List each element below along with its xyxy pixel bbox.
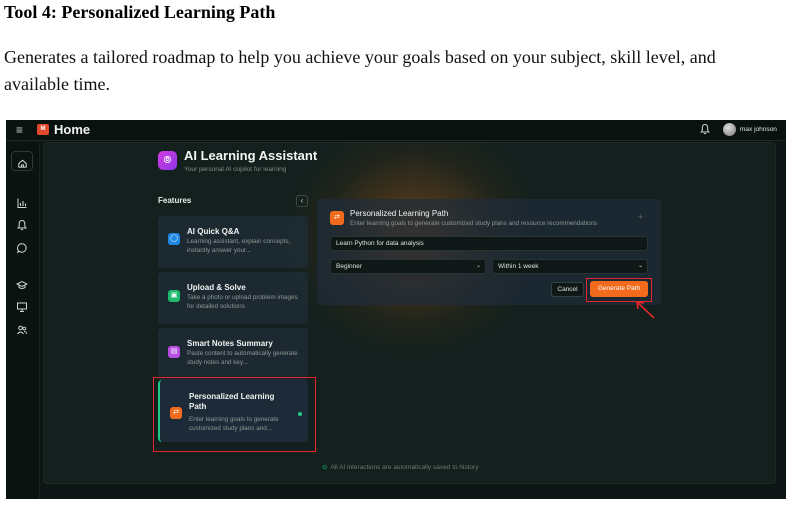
highlight-box-generate: [586, 278, 652, 302]
chat-icon[interactable]: [16, 242, 28, 254]
top-bar: ≡ M Home max johnson: [6, 120, 786, 141]
chevron-down-icon: ⌄: [637, 263, 643, 269]
assistant-logo-icon: ⦾: [158, 151, 177, 170]
assistant-title: AI Learning Assistant: [184, 148, 318, 163]
footer-note-text: All AI interactions are automatically sa…: [330, 464, 479, 471]
plus-icon[interactable]: +: [638, 212, 643, 222]
time-select[interactable]: Within 1 week ⌄: [492, 259, 648, 274]
assistant-subtitle: Your personal AI copilot for learning: [184, 166, 287, 173]
pointer-arrow-icon: [636, 301, 655, 319]
panel-subtitle: Enter learning goals to generate customi…: [350, 220, 598, 227]
doc-title: Tool 4: Personalized Learning Path: [4, 2, 276, 22]
footer-note: ⊙ All AI interactions are automatically s…: [322, 463, 479, 472]
feature-desc: Learning assistant, explain concepts, in…: [187, 238, 291, 254]
cancel-button[interactable]: Cancel: [551, 282, 584, 297]
time-value: Within 1 week: [498, 263, 539, 270]
graduation-cap-icon[interactable]: [16, 279, 28, 291]
monitor-icon[interactable]: [16, 301, 28, 313]
chart-icon[interactable]: [16, 197, 28, 209]
bell-icon[interactable]: [16, 219, 28, 231]
feature-card-ai-quick-qa[interactable]: ◯ AI Quick Q&A Learning assistant, expla…: [158, 216, 308, 268]
notes-icon: ▤: [168, 346, 180, 358]
skill-level-value: Beginner: [336, 263, 363, 270]
feature-desc: Paste content to automatically generate …: [187, 350, 298, 366]
collapse-features-button[interactable]: ‹: [296, 195, 308, 207]
highlight-box-feature: [153, 377, 316, 452]
feature-card-smart-notes[interactable]: ▤ Smart Notes Summary Paste content to a…: [158, 328, 308, 380]
path-icon: ⇄: [330, 211, 344, 225]
chat-bubble-icon: ◯: [168, 233, 180, 245]
chevron-down-icon: ⌄: [475, 263, 481, 269]
features-heading: Features: [158, 196, 192, 205]
bell-icon[interactable]: [700, 123, 710, 135]
skill-level-select[interactable]: Beginner ⌄: [330, 259, 486, 274]
user-name[interactable]: max johnson: [740, 125, 777, 135]
learning-goal-input[interactable]: [330, 236, 648, 251]
feature-title: AI Quick Q&A: [187, 227, 240, 236]
app-screenshot: ≡ M Home max johnson ⦾ AI Learning Assis…: [6, 120, 786, 499]
side-nav: [6, 142, 40, 499]
menu-icon[interactable]: ≡: [16, 123, 23, 137]
feature-desc: Take a photo or upload problem images fo…: [187, 294, 298, 310]
image-upload-icon: ▣: [168, 290, 180, 302]
feature-title: Upload & Solve: [187, 283, 246, 292]
doc-description: Generates a tailored roadmap to help you…: [4, 47, 716, 94]
app-logo: M: [37, 124, 49, 135]
feature-title: Smart Notes Summary: [187, 339, 273, 348]
panel-title: Personalized Learning Path: [350, 209, 449, 218]
avatar[interactable]: [723, 123, 736, 136]
check-circle-icon: ⊙: [322, 464, 328, 471]
users-icon[interactable]: [16, 324, 28, 336]
page-title: Home: [54, 122, 91, 137]
feature-card-upload-solve[interactable]: ▣ Upload & Solve Take a photo or upload …: [158, 272, 308, 324]
home-icon[interactable]: [11, 151, 33, 171]
